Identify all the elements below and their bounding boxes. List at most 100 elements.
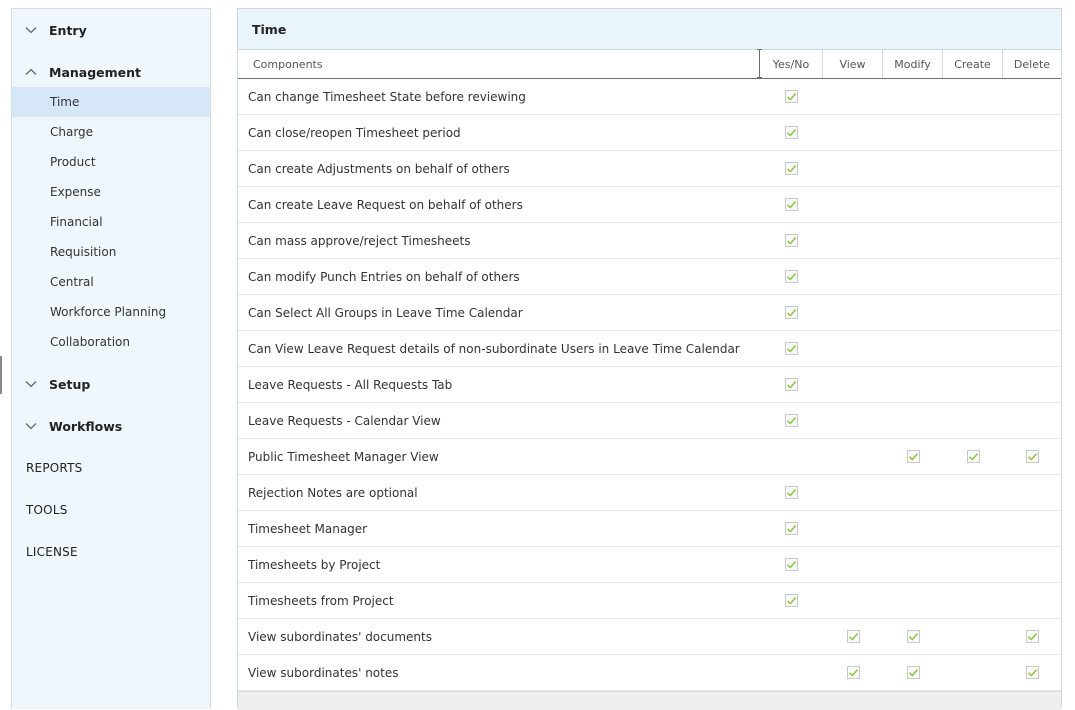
- check-icon: [786, 165, 797, 173]
- check-icon: [786, 417, 797, 425]
- cell-modify: [883, 259, 943, 294]
- check-icon: [908, 669, 918, 677]
- check-icon: [786, 309, 797, 317]
- component-name: Can close/reopen Timesheet period: [248, 125, 461, 140]
- yes-no-checkbox[interactable]: [785, 594, 798, 607]
- column-header-create[interactable]: Create: [943, 50, 1003, 78]
- cell-delete: [1003, 187, 1061, 222]
- cell-view: [823, 655, 883, 690]
- yes-no-checkbox[interactable]: [785, 414, 798, 427]
- check-icon: [786, 237, 797, 245]
- cell-view: [823, 295, 883, 330]
- nav-section-entry[interactable]: Entry: [12, 17, 210, 43]
- delete-checkbox[interactable]: [1025, 630, 1039, 643]
- yes-no-checkbox[interactable]: [785, 198, 798, 211]
- component-name: Can Select All Groups in Leave Time Cale…: [248, 305, 523, 320]
- view-checkbox[interactable]: [846, 666, 860, 679]
- table-row: Can mass approve/reject Timesheets: [238, 223, 1061, 259]
- column-header-delete[interactable]: Delete: [1003, 50, 1061, 78]
- column-header-yes-no[interactable]: Yes/No: [760, 50, 823, 78]
- check-icon: [786, 93, 797, 101]
- table-row: Public Timesheet Manager View: [238, 439, 1061, 475]
- component-name: Leave Requests - All Requests Tab: [248, 377, 453, 392]
- nav-link-license[interactable]: LICENSE: [26, 542, 78, 562]
- cell-view: [823, 619, 883, 654]
- create-checkbox[interactable]: [966, 450, 980, 463]
- yes-no-checkbox[interactable]: [785, 270, 798, 283]
- check-icon: [786, 201, 797, 209]
- cell-create: [943, 511, 1003, 546]
- cell-modify: [883, 295, 943, 330]
- component-name: Can modify Punch Entries on behalf of ot…: [248, 269, 520, 284]
- table-row: Leave Requests - All Requests Tab: [238, 367, 1061, 403]
- cell-yes-no: [760, 511, 823, 546]
- component-name: Timesheets from Project: [248, 593, 394, 608]
- yes-no-checkbox[interactable]: [785, 90, 798, 103]
- cell-view: [823, 511, 883, 546]
- nav-link-reports[interactable]: REPORTS: [26, 458, 82, 478]
- yes-no-checkbox[interactable]: [785, 126, 798, 139]
- component-name: Rejection Notes are optional: [248, 485, 418, 500]
- sidebar-item-collaboration[interactable]: Collaboration: [12, 327, 210, 357]
- sidebar-item-product[interactable]: Product: [12, 147, 210, 177]
- sidebar-item-expense[interactable]: Expense: [12, 177, 210, 207]
- cell-create: [943, 619, 1003, 654]
- yes-no-checkbox[interactable]: [785, 162, 798, 175]
- component-name: Can change Timesheet State before review…: [248, 89, 526, 104]
- cell-view: [823, 331, 883, 366]
- nav-link-tools[interactable]: TOOLS: [26, 500, 68, 520]
- nav-section-setup[interactable]: Setup: [12, 371, 210, 397]
- column-header-modify[interactable]: Modify: [883, 50, 943, 78]
- yes-no-checkbox[interactable]: [785, 486, 798, 499]
- table-row: Can create Leave Request on behalf of ot…: [238, 187, 1061, 223]
- cell-delete: [1003, 511, 1061, 546]
- modify-checkbox[interactable]: [906, 450, 920, 463]
- cell-create: [943, 151, 1003, 186]
- yes-no-checkbox[interactable]: [785, 522, 798, 535]
- cell-view: [823, 439, 883, 474]
- nav-section-label: Workflows: [49, 418, 123, 434]
- table-row: Can create Adjustments on behalf of othe…: [238, 151, 1061, 187]
- cell-delete: [1003, 475, 1061, 510]
- column-header-view[interactable]: View: [823, 50, 883, 78]
- sidebar-item-financial[interactable]: Financial: [12, 207, 210, 237]
- cell-view: [823, 403, 883, 438]
- cell-modify: [883, 79, 943, 114]
- sidebar-item-requisition[interactable]: Requisition: [12, 237, 210, 267]
- view-checkbox[interactable]: [846, 630, 860, 643]
- column-resize-grip[interactable]: [757, 49, 762, 50]
- cell-create: [943, 475, 1003, 510]
- sidebar-item-central[interactable]: Central: [12, 267, 210, 297]
- yes-no-checkbox[interactable]: [785, 378, 798, 391]
- table-row: Leave Requests - Calendar View: [238, 403, 1061, 439]
- cell-delete: [1003, 223, 1061, 258]
- yes-no-checkbox[interactable]: [785, 306, 798, 319]
- sidebar-item-workforce-planning[interactable]: Workforce Planning: [12, 297, 210, 327]
- sidebar-item-charge[interactable]: Charge: [12, 117, 210, 147]
- modify-checkbox[interactable]: [906, 666, 920, 679]
- cell-delete: [1003, 115, 1061, 150]
- component-name: Leave Requests - Calendar View: [248, 413, 441, 428]
- splitter-marker[interactable]: [0, 356, 2, 394]
- yes-no-checkbox[interactable]: [785, 558, 798, 571]
- modify-checkbox[interactable]: [906, 630, 920, 643]
- cell-delete: [1003, 367, 1061, 402]
- delete-checkbox[interactable]: [1025, 450, 1039, 463]
- yes-no-checkbox[interactable]: [785, 342, 798, 355]
- nav-section-workflows[interactable]: Workflows: [12, 413, 210, 439]
- nav-section-management[interactable]: Management: [12, 59, 210, 85]
- check-icon: [848, 669, 858, 677]
- sidebar-item-time[interactable]: Time: [12, 87, 210, 117]
- check-icon: [848, 633, 858, 641]
- cell-yes-no: [760, 403, 823, 438]
- check-icon: [1027, 669, 1037, 677]
- yes-no-checkbox[interactable]: [785, 234, 798, 247]
- delete-checkbox[interactable]: [1025, 666, 1039, 679]
- cell-modify: [883, 151, 943, 186]
- column-header-components[interactable]: Components: [238, 49, 762, 78]
- table-body: Can change Timesheet State before review…: [238, 79, 1061, 691]
- check-icon: [786, 561, 797, 569]
- cell-modify: [883, 403, 943, 438]
- cell-create: [943, 223, 1003, 258]
- column-resize-grip[interactable]: [757, 77, 762, 78]
